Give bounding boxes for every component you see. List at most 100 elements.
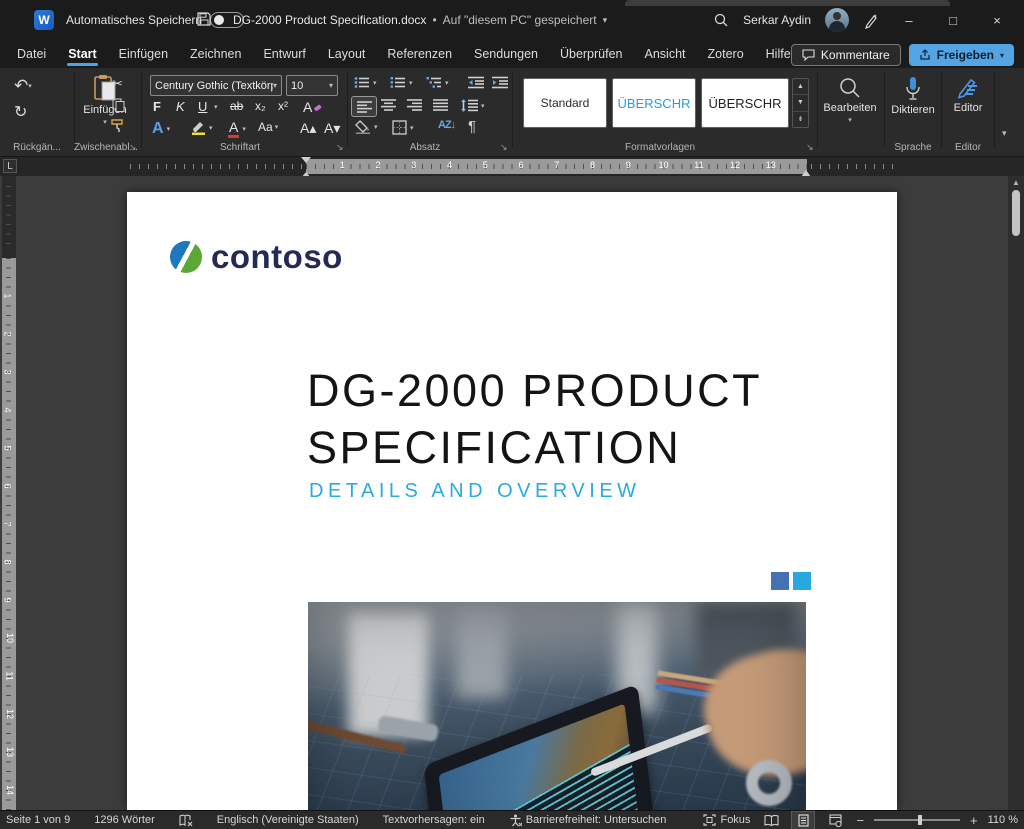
- clear-formatting-button[interactable]: A: [303, 99, 322, 115]
- line-spacing-button[interactable]: ▾: [461, 99, 485, 112]
- horizontal-ruler[interactable]: L 12345678910111213: [0, 157, 1024, 176]
- word-count[interactable]: 1296 Wörter: [82, 814, 167, 826]
- multilevel-list-button[interactable]: ▾: [426, 76, 449, 89]
- styles-scroll[interactable]: ▲ ▼ ⇟: [792, 78, 809, 128]
- zoom-in-button[interactable]: +: [970, 813, 978, 828]
- focus-mode-button[interactable]: Fokus: [703, 814, 750, 826]
- underline-chevron[interactable]: ▾: [214, 103, 218, 111]
- styles-scroll-up-icon[interactable]: ▲: [793, 79, 808, 95]
- highlight-color-button[interactable]: ▾: [190, 120, 213, 135]
- shading-button[interactable]: ▾: [355, 120, 378, 134]
- document-page[interactable]: contoso DG-2000 PRODUCT SPECIFICATION DE…: [127, 192, 897, 810]
- ruler-text-area: 12345678910111213: [306, 159, 807, 174]
- clipboard-dialog-launcher[interactable]: ↘: [129, 142, 137, 153]
- decrease-indent-button[interactable]: [468, 76, 484, 89]
- sort-button[interactable]: AZ↓: [438, 119, 455, 131]
- maximize-button[interactable]: □: [938, 13, 968, 28]
- align-right-button[interactable]: [407, 99, 422, 111]
- subscript-button[interactable]: x₂: [255, 99, 266, 113]
- italic-button[interactable]: K: [176, 99, 185, 114]
- shrink-font-button[interactable]: A▾: [324, 120, 340, 137]
- vertical-ruler[interactable]: 1234567891011121314: [2, 176, 16, 810]
- contoso-logo: contoso: [170, 238, 343, 276]
- superscript-button[interactable]: x²: [278, 99, 288, 113]
- tab-referenzen[interactable]: Referenzen: [376, 42, 463, 66]
- dictate-button[interactable]: Diktieren: [889, 76, 937, 116]
- editing-button[interactable]: Bearbeiten ▾: [822, 76, 878, 124]
- collapse-ribbon-icon[interactable]: ▾: [1002, 128, 1007, 139]
- style-standard[interactable]: Standard: [523, 78, 607, 128]
- ink-pen-icon[interactable]: [863, 12, 880, 29]
- styles-scroll-down-icon[interactable]: ▼: [793, 95, 808, 111]
- styles-more-icon[interactable]: ⇟: [793, 112, 808, 127]
- tab-stop-selector[interactable]: L: [3, 159, 17, 173]
- save-icon[interactable]: [196, 11, 212, 27]
- font-dialog-launcher[interactable]: ↘: [336, 142, 344, 153]
- zoom-out-button[interactable]: −: [856, 813, 864, 828]
- style-heading1[interactable]: ÜBERSCHR: [612, 78, 696, 128]
- styles-dialog-launcher[interactable]: ↘: [806, 142, 814, 153]
- web-layout-button[interactable]: [824, 812, 846, 829]
- bold-button[interactable]: F: [153, 99, 161, 114]
- document-title-area[interactable]: DG-2000 Product Specification.docx • Auf…: [233, 0, 607, 40]
- tab-entwurf[interactable]: Entwurf: [252, 42, 316, 66]
- zoom-level[interactable]: 110 %: [988, 814, 1018, 826]
- tab-datei[interactable]: Datei: [6, 42, 57, 66]
- scrollbar-thumb[interactable]: [1012, 190, 1020, 236]
- cover-photo[interactable]: [308, 602, 806, 810]
- style-heading2[interactable]: ÜBERSCHR: [701, 78, 789, 128]
- underline-button[interactable]: U: [198, 99, 207, 114]
- text-predictions[interactable]: Textvorhersagen: ein: [371, 814, 497, 826]
- tab-einfuegen[interactable]: Einfügen: [108, 42, 179, 66]
- tab-sendungen[interactable]: Sendungen: [463, 42, 549, 66]
- minimize-button[interactable]: –: [894, 13, 924, 28]
- font-size-combo[interactable]: 10▾: [286, 75, 338, 96]
- document-subheading[interactable]: DETAILS AND OVERVIEW: [309, 480, 641, 503]
- borders-button[interactable]: ▾: [392, 120, 414, 135]
- text-effects-button[interactable]: A▾: [152, 120, 170, 138]
- search-icon[interactable]: [713, 12, 729, 28]
- paragraph-marks-button[interactable]: ¶: [468, 118, 476, 135]
- share-button[interactable]: Freigeben▾: [909, 44, 1014, 66]
- user-name[interactable]: Serkar Aydin: [743, 13, 811, 27]
- grow-font-button[interactable]: A▴: [300, 120, 316, 137]
- justify-button[interactable]: [433, 99, 448, 111]
- print-layout-button[interactable]: [792, 812, 814, 829]
- page-indicator[interactable]: Seite 1 von 9: [0, 814, 82, 826]
- align-center-button[interactable]: [381, 99, 396, 111]
- align-left-button[interactable]: [352, 97, 376, 116]
- read-mode-button[interactable]: [760, 812, 782, 829]
- undo-button[interactable]: ↶ ▾: [14, 76, 32, 96]
- increase-indent-button[interactable]: [492, 76, 508, 89]
- tab-ueberpruefen[interactable]: Überprüfen: [549, 42, 634, 66]
- tab-zeichnen[interactable]: Zeichnen: [179, 42, 252, 66]
- tab-ansicht[interactable]: Ansicht: [634, 42, 697, 66]
- zoom-slider[interactable]: [874, 819, 960, 821]
- close-button[interactable]: ×: [982, 13, 1012, 28]
- proofing-error-icon[interactable]: [167, 814, 205, 827]
- editor-button[interactable]: Editor: [946, 76, 990, 114]
- document-heading[interactable]: DG-2000 PRODUCT SPECIFICATION: [307, 362, 762, 476]
- comments-button[interactable]: Kommentare: [791, 44, 901, 66]
- scroll-up-icon[interactable]: ▲: [1008, 178, 1024, 187]
- user-avatar[interactable]: [825, 8, 849, 32]
- redo-button[interactable]: ↻: [14, 102, 27, 122]
- copy-icon[interactable]: [112, 98, 125, 112]
- word-app-icon[interactable]: W: [34, 10, 54, 30]
- tab-layout[interactable]: Layout: [317, 42, 377, 66]
- change-case-button[interactable]: Aa▾: [258, 120, 278, 134]
- cut-icon[interactable]: ✂: [112, 76, 123, 92]
- language-indicator[interactable]: Englisch (Vereinigte Staaten): [205, 814, 371, 826]
- vertical-scrollbar[interactable]: ▲: [1008, 176, 1024, 810]
- tab-zotero[interactable]: Zotero: [697, 42, 755, 66]
- strikethrough-button[interactable]: ab: [230, 99, 243, 113]
- font-name-combo[interactable]: Century Gothic (Textkörpe▾: [150, 75, 282, 96]
- bullet-list-button[interactable]: ▾: [354, 76, 377, 89]
- font-color-button[interactable]: A▾: [228, 119, 246, 138]
- format-painter-icon[interactable]: [110, 118, 126, 133]
- accessibility-status[interactable]: Barrierefreiheit: Untersuchen: [497, 814, 679, 827]
- numbered-list-button[interactable]: ▾: [390, 76, 413, 89]
- paragraph-dialog-launcher[interactable]: ↘: [500, 142, 508, 153]
- zoom-slider-thumb[interactable]: [918, 815, 922, 825]
- tab-start[interactable]: Start: [57, 42, 107, 66]
